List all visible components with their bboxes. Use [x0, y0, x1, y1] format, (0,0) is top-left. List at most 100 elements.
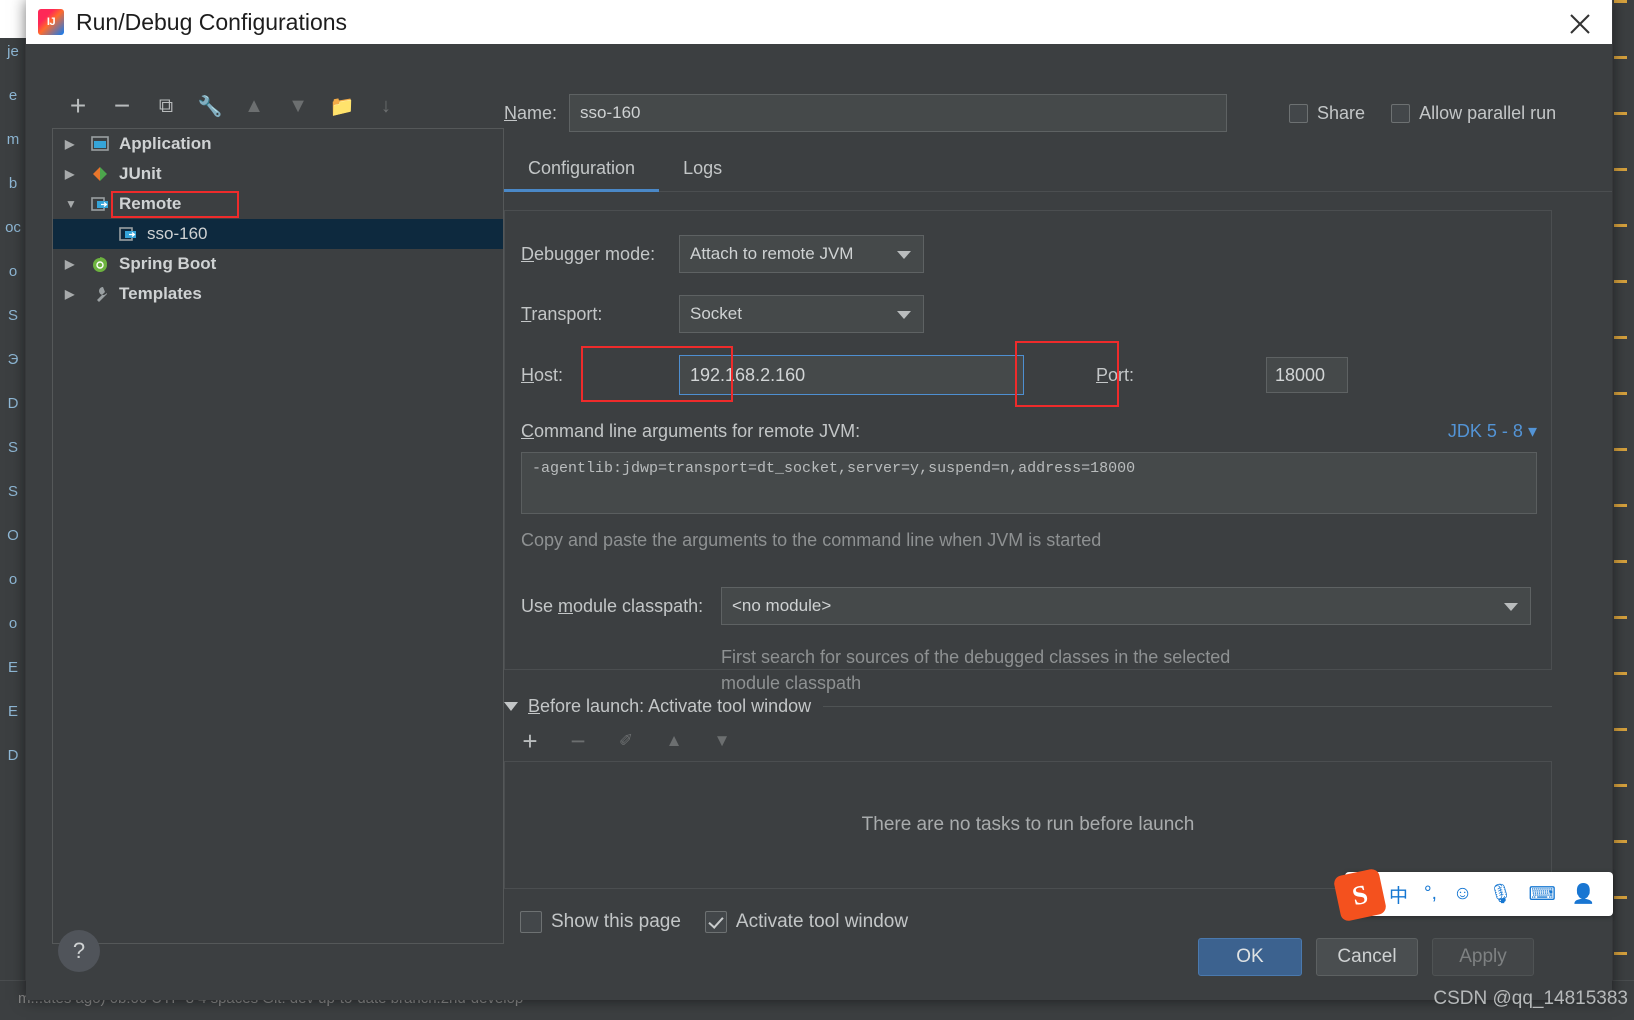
spring-boot-icon [87, 254, 113, 274]
allow-parallel-run-checkbox[interactable]: Allow parallel run [1391, 103, 1556, 124]
backdrop-letter: o [8, 615, 18, 632]
chevron-down-icon [897, 311, 911, 319]
backdrop-letter: S [7, 439, 18, 456]
tree-item-spring-boot[interactable]: ▶ Spring Boot [53, 249, 503, 279]
minus-icon: − [570, 725, 586, 756]
run-debug-configurations-dialog: Run/Debug Configurations +−⧉🔧▲▼📁↓ ▶Appli… [26, 0, 1612, 1000]
backdrop-letter: S [7, 307, 18, 324]
collapse-triangle-icon[interactable] [504, 702, 518, 711]
module-classpath-label: Use module classpath: [521, 595, 704, 616]
command-line-hint: Copy and paste the arguments to the comm… [521, 530, 1102, 550]
share-checkbox-label: Share [1317, 102, 1366, 123]
module-classpath-select[interactable]: <no module> [721, 587, 1531, 625]
backdrop-letter: o [8, 263, 18, 280]
configurations-tree[interactable]: ▶ Application ▶ JUnit ▼ Remote sso-160 ▶ Spring … [52, 128, 504, 944]
backdrop-letter: je [7, 43, 19, 60]
command-line-label: Command line arguments for remote JVM: [521, 421, 861, 441]
triangle-right-icon[interactable]: ▶ [65, 137, 87, 151]
tree-item-label: sso-160 [147, 224, 208, 243]
show-this-page-checkbox-box[interactable] [520, 911, 542, 933]
editor-tabs: Configuration Logs [504, 152, 1612, 192]
tree-item-sso-160[interactable]: sso-160 [53, 219, 503, 249]
backdrop-letter: S [7, 483, 18, 500]
chevron-down-icon [897, 251, 911, 259]
port-input[interactable] [1266, 357, 1348, 393]
ok-button[interactable]: OK [1198, 938, 1302, 976]
configuration-editor-pane: Name: Share Allow parallel run Configura… [504, 84, 1612, 933]
tree-item-remote[interactable]: ▼ Remote [53, 189, 503, 219]
configuration-panel: Debugger mode: Attach to remote JVM Tran… [504, 210, 1552, 693]
tree-item-label: Remote [119, 194, 182, 213]
tree-item-junit[interactable]: ▶ JUnit [53, 159, 503, 189]
chinese-mode-icon[interactable]: 中 [1389, 881, 1408, 908]
dialog-title-bar: Run/Debug Configurations [26, 0, 1612, 44]
plus-icon[interactable]: + [516, 726, 544, 756]
close-icon[interactable] [1562, 6, 1598, 40]
before-launch-toolbar: + − ✐ ▲ ▼ [516, 725, 1612, 756]
configurations-tree-pane: + − ⧉ 🔧 ▲ ▼ 📁 ↓ ▶ Application ▶ JUnit ▼ Remote sso-16… [52, 84, 504, 944]
backdrop-marker-tick [1614, 504, 1627, 507]
tree-item-application[interactable]: ▶ Application [53, 129, 503, 159]
tree-item-label: Spring Boot [119, 254, 217, 273]
voice-input-icon[interactable]: 🎙 [1488, 882, 1512, 906]
name-input[interactable] [569, 94, 1228, 132]
backdrop-marker-tick [1614, 168, 1627, 171]
tree-item-templates[interactable]: ▶ Templates [53, 279, 503, 309]
backdrop-marker-tick [1614, 392, 1627, 395]
command-line-arguments-field[interactable]: -agentlib:jdwp=transport=dt_socket,serve… [521, 452, 1537, 514]
backdrop-marker-tick [1614, 560, 1627, 563]
wrench-icon[interactable]: 🔧 [196, 92, 224, 120]
activate-tool-window-checkbox-box[interactable] [704, 911, 727, 933]
sogou-ime-toolbar[interactable]: S 中 °, ☺ 🎙 ⌨ 👤 [1332, 867, 1613, 923]
before-launch-header: Before launch: Activate tool window [504, 696, 1552, 717]
triangle-right-icon[interactable]: ▶ [65, 257, 87, 271]
backdrop-gutter-letters: je e m b oc o S Э D S S Oo o E E D [0, 30, 26, 778]
name-row: Name: Share Allow parallel run [504, 84, 1612, 132]
backdrop-letter: Э [7, 351, 19, 368]
backdrop-letter: o [8, 571, 18, 588]
folder-add-icon[interactable]: 📁 [328, 92, 356, 120]
tab-configuration[interactable]: Configuration [504, 152, 660, 192]
sogou-logo-icon[interactable]: S [1332, 867, 1388, 923]
minus-icon[interactable]: − [108, 90, 136, 121]
backdrop-marker-tick [1614, 896, 1627, 899]
allow-parallel-run-checkbox-box[interactable] [1391, 103, 1411, 123]
transport-select[interactable]: Socket [679, 295, 924, 333]
transport-label: Transport: [521, 303, 603, 324]
emoji-icon[interactable]: ☺ [1453, 883, 1472, 905]
soft-keyboard-icon[interactable]: ⌨ [1528, 883, 1555, 906]
backdrop-marker-tick [1614, 448, 1627, 451]
jdk-version-selector[interactable]: JDK 5 - 8 ▾ [1448, 421, 1537, 442]
templates-wrench-icon [87, 284, 113, 304]
before-launch-task-list[interactable]: There are no tasks to run before launch [504, 761, 1552, 889]
debugger-mode-select[interactable]: Attach to remote JVM [679, 235, 924, 273]
show-this-page-checkbox[interactable]: Show this page [520, 911, 681, 933]
backdrop-marker-tick [1614, 616, 1627, 619]
share-checkbox-box[interactable] [1289, 103, 1309, 123]
copy-icon[interactable]: ⧉ [152, 92, 180, 120]
cancel-button[interactable]: Cancel [1316, 938, 1418, 976]
ime-user-icon[interactable]: 👤 [1572, 882, 1596, 906]
backdrop-right-gutter [1612, 0, 1634, 1020]
backdrop-letter: oc [5, 219, 21, 236]
triangle-right-icon[interactable]: ▶ [65, 287, 87, 301]
host-input[interactable] [679, 355, 1024, 395]
plus-icon[interactable]: + [64, 90, 92, 121]
tab-logs[interactable]: Logs [659, 152, 746, 191]
backdrop-marker-tick [1614, 672, 1627, 675]
dialog-footer-buttons: OK Cancel Apply [1198, 938, 1534, 976]
apply-button[interactable]: Apply [1432, 938, 1534, 976]
triangle-down-icon[interactable]: ▼ [65, 197, 87, 211]
punctuation-mode-icon[interactable]: °, [1424, 883, 1437, 905]
backdrop-letter: D [7, 747, 19, 764]
remote-icon [87, 194, 113, 214]
backdrop-marker-tick [1614, 56, 1627, 59]
activate-tool-window-checkbox[interactable]: Activate tool window [704, 911, 908, 933]
backdrop-letter: D [7, 395, 19, 412]
triangle-right-icon[interactable]: ▶ [65, 167, 87, 181]
share-checkbox[interactable]: Share [1289, 103, 1365, 124]
dialog-title: Run/Debug Configurations [76, 8, 348, 35]
before-launch-empty-text: There are no tasks to run before launch [861, 814, 1195, 835]
help-button[interactable]: ? [58, 930, 100, 972]
backdrop-letter: e [8, 87, 18, 104]
